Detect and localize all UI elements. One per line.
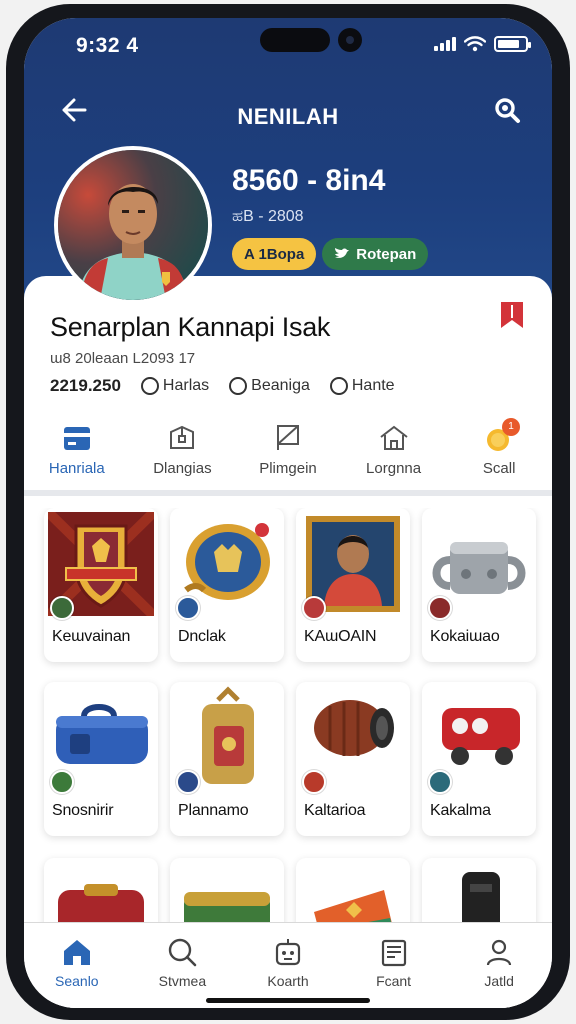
item-label: Dnclak bbox=[178, 628, 226, 645]
item-tile[interactable]: Kakalma bbox=[422, 682, 536, 836]
team-badge-icon bbox=[176, 596, 200, 620]
nav-item-seanlo[interactable]: Seanlo bbox=[24, 923, 130, 1008]
status-icons bbox=[434, 36, 531, 52]
item-grid: Keɯvainan Dnclak KAɯOAIN Kokaiɯao Snosni… bbox=[44, 508, 552, 1008]
home-icon bbox=[63, 940, 90, 965]
nav-item-stvmea[interactable]: Stvmea bbox=[130, 923, 236, 1008]
nav-item-jatld[interactable]: Jatld bbox=[446, 923, 552, 1008]
stat-harlas[interactable]: Harlas bbox=[140, 377, 210, 395]
nav-label: Fcant bbox=[376, 973, 412, 989]
badge-green[interactable]: Rotepan bbox=[322, 238, 429, 270]
battery-icon bbox=[494, 36, 531, 52]
team-badge-icon bbox=[428, 596, 452, 620]
phone-frame: 9:32 4 NENILAH 8560 - 8in4 ಹB - 2808 A 1… bbox=[6, 4, 570, 1020]
signal-icon bbox=[434, 37, 456, 51]
search-icon bbox=[169, 938, 197, 967]
home-indicator[interactable] bbox=[206, 998, 370, 1003]
circle-icon bbox=[229, 377, 248, 395]
item-tile[interactable]: Keɯvainan bbox=[44, 508, 158, 662]
item-tile[interactable]: Dnclak bbox=[170, 508, 284, 662]
team-badge-icon bbox=[302, 596, 326, 620]
bookmark-icon[interactable] bbox=[498, 300, 526, 330]
profile-card: Senarplan Kannapi Isak ɯ8 20leaan L2093 … bbox=[24, 276, 552, 508]
screen: 9:32 4 NENILAH 8560 - 8in4 ಹB - 2808 A 1… bbox=[24, 18, 552, 1008]
player-photo-icon bbox=[58, 150, 208, 300]
person-icon bbox=[487, 939, 512, 966]
section-divider bbox=[24, 490, 552, 496]
team-badge-icon bbox=[428, 770, 452, 794]
category-tabs: Hanriala Dlangias Plimgein Lorgnna 1 Sca… bbox=[24, 416, 552, 488]
stat-beaniga[interactable]: Beaniga bbox=[229, 377, 310, 395]
page-title: NENILAH bbox=[237, 104, 339, 129]
item-label: Plannamo bbox=[178, 802, 249, 819]
bird-icon bbox=[335, 248, 350, 258]
nav-label: Stvmea bbox=[158, 973, 207, 989]
notification-badge: 1 bbox=[501, 418, 520, 436]
wifi-icon bbox=[464, 36, 486, 52]
search-icon[interactable] bbox=[490, 92, 526, 128]
profile-meta: ɯ8 20leaan L2093 17 bbox=[50, 350, 196, 367]
tab-dlangias[interactable]: Dlangias bbox=[130, 416, 236, 488]
profile-stats: 2219.250 Harlas Beaniga Hante bbox=[50, 376, 395, 396]
home-icon bbox=[379, 425, 408, 450]
item-tile[interactable]: Kokaiɯao bbox=[422, 508, 536, 662]
dynamic-island bbox=[260, 28, 330, 52]
tab-label: Scall bbox=[482, 460, 516, 477]
profile-name: Senarplan Kannapi Isak bbox=[50, 312, 331, 342]
tab-lorgnna[interactable]: Lorgnna bbox=[341, 416, 447, 488]
nav-label: Koarth bbox=[267, 973, 309, 989]
tab-label: Dlangias bbox=[153, 460, 212, 477]
profile-number: 8560 - 8in4 bbox=[232, 164, 386, 197]
item-label: Kakalma bbox=[430, 802, 491, 819]
team-badge-icon bbox=[176, 770, 200, 794]
tab-label: Hanriala bbox=[48, 460, 105, 477]
nav-item-koarth[interactable]: Koarth bbox=[235, 923, 341, 1008]
team-badge-icon bbox=[50, 596, 74, 620]
bottom-navigation: Seanlo Stvmea Koarth Fcant Jatld bbox=[24, 922, 552, 1008]
item-tile[interactable]: KAɯOAIN bbox=[296, 508, 410, 662]
robot-icon bbox=[275, 939, 301, 966]
item-label: Keɯvainan bbox=[52, 628, 131, 645]
box-icon bbox=[170, 425, 195, 449]
tab-hanriala[interactable]: Hanriala bbox=[24, 416, 130, 488]
nav-item-fcant[interactable]: Fcant bbox=[341, 923, 447, 1008]
document-icon bbox=[381, 939, 406, 967]
profile-subtitle: ಹB - 2808 bbox=[232, 208, 304, 225]
badge-yellow[interactable]: A 1Bopa bbox=[232, 238, 317, 270]
nav-label: Jatld bbox=[484, 973, 514, 989]
camera-icon bbox=[338, 28, 362, 52]
avatar[interactable] bbox=[54, 146, 212, 304]
tab-label: Plimgein bbox=[259, 460, 317, 477]
circle-icon bbox=[140, 377, 159, 395]
tab-label: Lorgnna bbox=[366, 460, 422, 477]
nav-label: Seanlo bbox=[55, 973, 99, 989]
team-badge-icon bbox=[50, 770, 74, 794]
card-icon bbox=[63, 427, 90, 450]
status-bar: 9:32 4 bbox=[24, 18, 552, 68]
status-time: 9:32 4 bbox=[76, 34, 139, 57]
stat-label: Beaniga bbox=[251, 377, 310, 394]
team-badge-icon bbox=[302, 770, 326, 794]
stat-count: 2219.250 bbox=[50, 376, 121, 395]
badge-yellow-label: A 1Bopa bbox=[244, 245, 305, 263]
stat-label: Hante bbox=[351, 377, 395, 394]
badge-row: A 1Bopa Rotepan bbox=[232, 238, 429, 270]
item-label: Snosnirir bbox=[52, 802, 114, 819]
stat-hante[interactable]: Hante bbox=[329, 377, 395, 395]
badge-green-label: Rotepan bbox=[356, 245, 417, 263]
item-label: Kaltarioa bbox=[304, 802, 366, 819]
tab-plimgein[interactable]: Plimgein bbox=[235, 416, 341, 488]
stat-label: Harlas bbox=[162, 377, 210, 394]
item-tile[interactable]: Snosnirir bbox=[44, 682, 158, 836]
item-label: KAɯOAIN bbox=[304, 628, 377, 645]
item-tile[interactable]: Plannamo bbox=[170, 682, 284, 836]
item-tile[interactable]: Kaltarioa bbox=[296, 682, 410, 836]
flag-icon bbox=[276, 425, 299, 450]
tab-scall[interactable]: 1 Scall bbox=[446, 416, 552, 488]
item-label: Kokaiɯao bbox=[430, 628, 500, 645]
clock-icon bbox=[329, 377, 348, 395]
